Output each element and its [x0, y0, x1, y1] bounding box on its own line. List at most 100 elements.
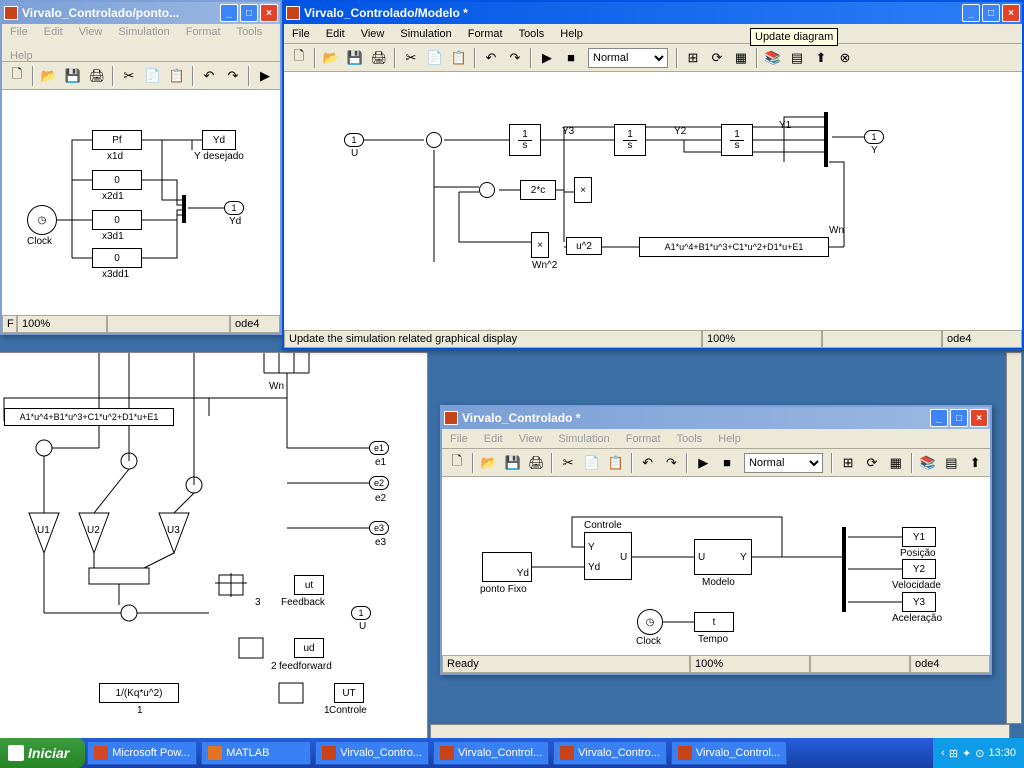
tb3-icon[interactable]: ▦: [885, 452, 907, 474]
close-btn[interactable]: ×: [260, 4, 278, 22]
copy-icon[interactable]: 📄: [581, 452, 603, 474]
menu-tools[interactable]: Tools: [233, 24, 267, 40]
int3-block[interactable]: 1s: [721, 124, 753, 156]
tray-icon[interactable]: ‹: [941, 747, 945, 759]
y2-box[interactable]: Y2: [902, 559, 936, 579]
clock[interactable]: 13:30: [988, 747, 1016, 759]
debug-icon[interactable]: ⊗: [834, 47, 856, 69]
update-icon[interactable]: ⟳: [706, 47, 728, 69]
menu-format[interactable]: Format: [622, 431, 665, 447]
open-icon[interactable]: 📂: [478, 452, 500, 474]
menu-simulation[interactable]: Simulation: [114, 24, 173, 40]
undo-icon[interactable]: ↶: [198, 65, 220, 87]
stop-icon[interactable]: ■: [716, 452, 738, 474]
titlebar-ponto[interactable]: Virvalo_Controlado/ponto... _ □ ×: [2, 2, 280, 24]
mode-select[interactable]: Normal: [744, 453, 823, 473]
pf-block[interactable]: Pf: [92, 130, 142, 150]
minimize-btn[interactable]: _: [930, 409, 948, 427]
int1-block[interactable]: 1s: [509, 124, 541, 156]
mux-block[interactable]: [182, 195, 186, 223]
menu-file[interactable]: File: [446, 431, 472, 447]
demux[interactable]: [842, 527, 846, 612]
menu-simulation[interactable]: Simulation: [396, 26, 455, 42]
task-powerpoint[interactable]: Microsoft Pow...: [87, 741, 197, 765]
paste-icon[interactable]: 📋: [166, 65, 188, 87]
window-modelo[interactable]: Virvalo_Controlado/Modelo * _ □ × File E…: [282, 0, 1024, 350]
out-port[interactable]: 1: [864, 130, 884, 144]
kq-block[interactable]: 1/(Kq*u^2): [99, 683, 179, 703]
mux[interactable]: [824, 112, 828, 167]
clock-block[interactable]: ◷: [637, 609, 663, 635]
z3-block[interactable]: 0: [92, 248, 142, 268]
paste-icon[interactable]: 📋: [448, 47, 470, 69]
open-icon[interactable]: 📂: [320, 47, 342, 69]
up-icon[interactable]: ⬆: [964, 452, 986, 474]
menu-file[interactable]: File: [288, 26, 314, 42]
close-btn[interactable]: ×: [1002, 4, 1020, 22]
redo-icon[interactable]: ↷: [504, 47, 526, 69]
menu-file[interactable]: File: [6, 24, 32, 40]
tb5-icon[interactable]: ▤: [940, 452, 962, 474]
bg-scrollbar-v[interactable]: [1006, 352, 1022, 724]
play-icon[interactable]: ▶: [536, 47, 558, 69]
save-icon[interactable]: 💾: [502, 452, 524, 474]
titlebar-controlado[interactable]: Virvalo_Controlado * _ □ ×: [442, 407, 990, 429]
mode-select[interactable]: Normal: [588, 48, 668, 68]
menu-view[interactable]: View: [515, 431, 547, 447]
cut-icon[interactable]: ✂: [557, 452, 579, 474]
two-c[interactable]: 2*c: [520, 180, 556, 200]
titlebar-modelo[interactable]: Virvalo_Controlado/Modelo * _ □ ×: [284, 2, 1022, 24]
task-sim4[interactable]: Virvalo_Control...: [671, 741, 787, 765]
canvas-controlado[interactable]: Yd ponto Fixo Controle Y Yd U Modelo U Y…: [442, 477, 990, 655]
tray-icon[interactable]: ⊞: [949, 747, 958, 760]
tb3-icon[interactable]: ▦: [730, 47, 752, 69]
window-ponto[interactable]: Virvalo_Controlado/ponto... _ □ × File E…: [0, 0, 282, 335]
minimize-btn[interactable]: _: [220, 4, 238, 22]
up-icon[interactable]: ⬆: [810, 47, 832, 69]
tray-icon[interactable]: ⊙: [975, 747, 984, 760]
play-icon[interactable]: ▶: [254, 65, 276, 87]
new-icon[interactable]: 🗋: [288, 47, 310, 69]
print-icon[interactable]: 🖨: [368, 47, 390, 69]
start-button[interactable]: Iniciar: [0, 738, 85, 768]
fcn-block[interactable]: A1*u^4+B1*u^3+C1*u^2+D1*u+E1: [4, 408, 174, 426]
e1-port[interactable]: e1: [369, 441, 389, 455]
build-icon[interactable]: ⊞: [682, 47, 704, 69]
cut-icon[interactable]: ✂: [400, 47, 422, 69]
new-icon[interactable]: 🗋: [446, 452, 468, 474]
menu-format[interactable]: Format: [182, 24, 225, 40]
task-sim1[interactable]: Virvalo_Contro...: [315, 741, 429, 765]
z2-block[interactable]: 0: [92, 210, 142, 230]
fcn[interactable]: A1*u^4+B1*u^3+C1*u^2+D1*u+E1: [639, 237, 829, 257]
stop-icon[interactable]: ■: [560, 47, 582, 69]
maximize-btn[interactable]: □: [982, 4, 1000, 22]
UT-block[interactable]: UT: [334, 683, 364, 703]
paste-icon[interactable]: 📋: [605, 452, 627, 474]
print-icon[interactable]: 🖨: [525, 452, 547, 474]
task-matlab[interactable]: MATLAB: [201, 741, 311, 765]
play-icon[interactable]: ▶: [692, 452, 714, 474]
menu-simulation[interactable]: Simulation: [554, 431, 613, 447]
menu-edit[interactable]: Edit: [322, 26, 349, 42]
tb2-icon[interactable]: ⟳: [861, 452, 883, 474]
redo-icon[interactable]: ↷: [661, 452, 683, 474]
tb1-icon[interactable]: ⊞: [837, 452, 859, 474]
ud-block[interactable]: ud: [294, 638, 324, 658]
menu-view[interactable]: View: [357, 26, 389, 42]
systray[interactable]: ‹ ⊞ ✦ ⊙ 13:30: [933, 738, 1024, 768]
pf-block[interactable]: Yd: [482, 552, 532, 582]
print-icon[interactable]: 🖨: [86, 65, 108, 87]
maximize-btn[interactable]: □: [950, 409, 968, 427]
ut-block[interactable]: ut: [294, 575, 324, 595]
t-block[interactable]: t: [694, 612, 734, 632]
lib-icon[interactable]: 📚: [917, 452, 939, 474]
int2-block[interactable]: 1s: [614, 124, 646, 156]
new-icon[interactable]: 🗋: [6, 65, 28, 87]
mult2[interactable]: ×: [531, 232, 549, 258]
menu-edit[interactable]: Edit: [40, 24, 67, 40]
tb5-icon[interactable]: ▤: [786, 47, 808, 69]
port-u[interactable]: 1: [351, 606, 371, 620]
window-controlado[interactable]: Virvalo_Controlado * _ □ × File Edit Vie…: [440, 405, 992, 675]
maximize-btn[interactable]: □: [240, 4, 258, 22]
u2-block[interactable]: u^2: [566, 237, 602, 255]
